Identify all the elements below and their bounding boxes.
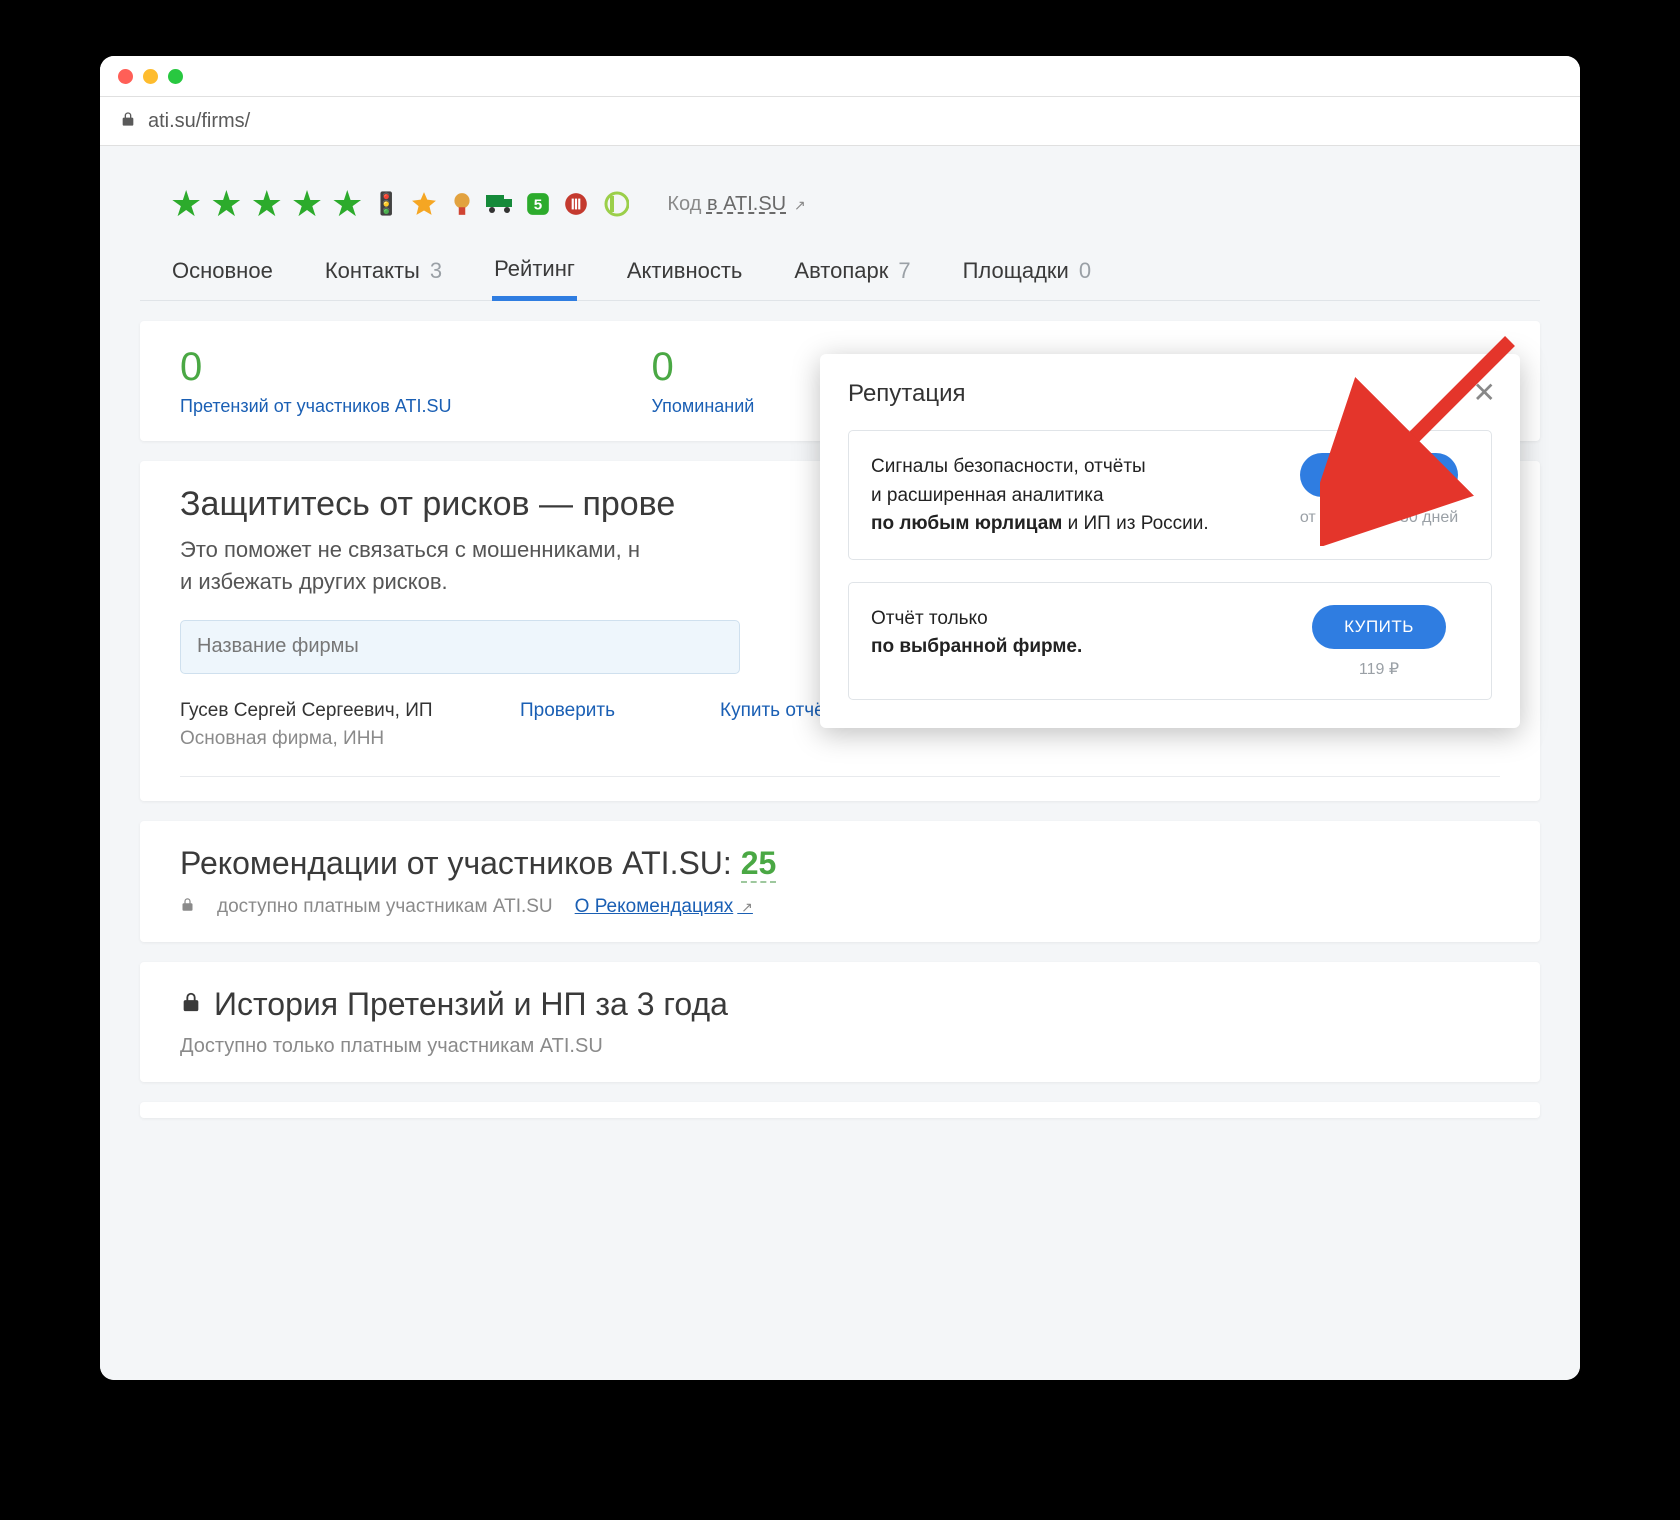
- risks-desc-line2: и избежать других рисков.: [180, 569, 448, 594]
- star-icon: ★: [170, 186, 202, 222]
- tab-label: Основное: [172, 258, 273, 284]
- lock-icon: [180, 896, 195, 917]
- page-body: ★ ★ ★ ★ ★ 🚦 5: [100, 146, 1580, 1380]
- ati-code-link[interactable]: в ATI.SU: [707, 193, 786, 215]
- tab-рейтинг[interactable]: Рейтинг: [492, 242, 577, 301]
- plan-single-price: 119 ₽: [1289, 659, 1469, 679]
- risks-desc-line1: Это поможет не связаться с мошенниками, …: [180, 537, 640, 562]
- window-titlebar: [100, 56, 1580, 96]
- firm-sub: Основная фирма, ИНН: [180, 728, 480, 750]
- lock-icon: [180, 991, 202, 1018]
- external-link-icon: ↗: [737, 899, 753, 915]
- tab-count: 7: [898, 258, 910, 284]
- url-bar[interactable]: ati.su/firms/: [100, 96, 1580, 146]
- recs-count[interactable]: 25: [741, 845, 777, 883]
- history-title: История Претензий и НП за 3 года: [214, 986, 728, 1023]
- reputation-popover: Репутация ✕ Сигналы безопасности, отчёты…: [820, 354, 1520, 728]
- tab-автопарк[interactable]: Автопарк 7: [792, 242, 912, 300]
- doc-badge-icon: [599, 189, 629, 219]
- star-icon: ★: [291, 186, 323, 222]
- traffic-light-icon: 🚦: [371, 189, 401, 219]
- shield-icon: [561, 189, 591, 219]
- svg-text:5: 5: [534, 196, 542, 213]
- tab-count: 3: [430, 258, 442, 284]
- recs-paid-only: доступно платным участникам ATI.SU: [217, 896, 553, 918]
- check-link[interactable]: Проверить: [520, 700, 615, 721]
- buy-button[interactable]: КУПИТЬ: [1312, 605, 1446, 649]
- tab-контакты[interactable]: Контакты 3: [323, 242, 444, 300]
- tab-label: Активность: [627, 258, 743, 284]
- tab-count: 0: [1079, 258, 1091, 284]
- stat-claims-value: 0: [180, 345, 452, 390]
- tab-активность[interactable]: Активность: [625, 242, 745, 300]
- stat-claims: 0 Претензий от участников ATI.SU: [180, 345, 452, 417]
- stat-mentions-label[interactable]: Упоминаний: [652, 396, 755, 417]
- tab-label: Площадки: [963, 258, 1069, 284]
- window-maximize-button[interactable]: [168, 69, 183, 84]
- external-link-icon: ↗: [790, 197, 806, 213]
- medal-icon: [447, 189, 477, 219]
- star-icon: ★: [331, 186, 363, 222]
- pay-button[interactable]: ОПЛАТИТЬ: [1300, 453, 1459, 497]
- stat-mentions: 0 Упоминаний: [652, 345, 755, 417]
- url-text: ati.su/firms/: [148, 110, 250, 133]
- buy-report-link[interactable]: Купить отчёт: [720, 700, 833, 721]
- stat-mentions-value: 0: [652, 345, 755, 390]
- tab-label: Рейтинг: [494, 256, 575, 282]
- popover-title: Репутация: [848, 380, 1492, 408]
- code-link: Код в ATI.SU ↗: [667, 193, 805, 216]
- tabs: Основное Контакты 3 Рейтинг Активность Автопа…: [140, 242, 1540, 301]
- recommendations-card: Рекомендации от участников ATI.SU: 25 до…: [140, 821, 1540, 942]
- close-icon[interactable]: ✕: [1473, 376, 1496, 409]
- window-minimize-button[interactable]: [143, 69, 158, 84]
- lock-icon: [120, 111, 136, 132]
- tab-площадки[interactable]: Площадки 0: [961, 242, 1093, 300]
- browser-window: ati.su/firms/ ★ ★ ★ ★ ★ 🚦: [100, 56, 1580, 1380]
- tab-label: Автопарк: [794, 258, 888, 284]
- stat-claims-label[interactable]: Претензий от участников ATI.SU: [180, 396, 452, 417]
- about-recs-link[interactable]: О Рекомендациях ↗: [575, 896, 753, 918]
- truck-icon: [485, 189, 515, 219]
- recs-title: Рекомендации от участников ATI.SU: 25: [180, 845, 1500, 882]
- plan-single: Отчёт только по выбранной фирме. КУПИТЬ …: [848, 582, 1492, 700]
- star-icon: ★: [251, 186, 283, 222]
- next-card-sliver: [140, 1102, 1540, 1118]
- window-close-button[interactable]: [118, 69, 133, 84]
- tab-label: Контакты: [325, 258, 420, 284]
- history-card: История Претензий и НП за 3 года Доступн…: [140, 962, 1540, 1082]
- firm-name-input[interactable]: Название фирмы: [180, 620, 740, 674]
- plan-full-price: от 1 199 ₽ за 30 дней: [1289, 507, 1469, 527]
- firm-name: Гусев Сергей Сергеевич, ИП: [180, 700, 480, 722]
- history-sub: Доступно только платным участникам ATI.S…: [180, 1035, 1500, 1058]
- star-badge-icon: [409, 189, 439, 219]
- five-badge-icon: 5: [523, 189, 553, 219]
- plan-full: Сигналы безопасности, отчёты и расширенн…: [848, 430, 1492, 560]
- star-icon: ★: [210, 186, 242, 222]
- tab-основное[interactable]: Основное: [170, 242, 275, 300]
- rating-row: ★ ★ ★ ★ ★ 🚦 5: [140, 146, 1540, 242]
